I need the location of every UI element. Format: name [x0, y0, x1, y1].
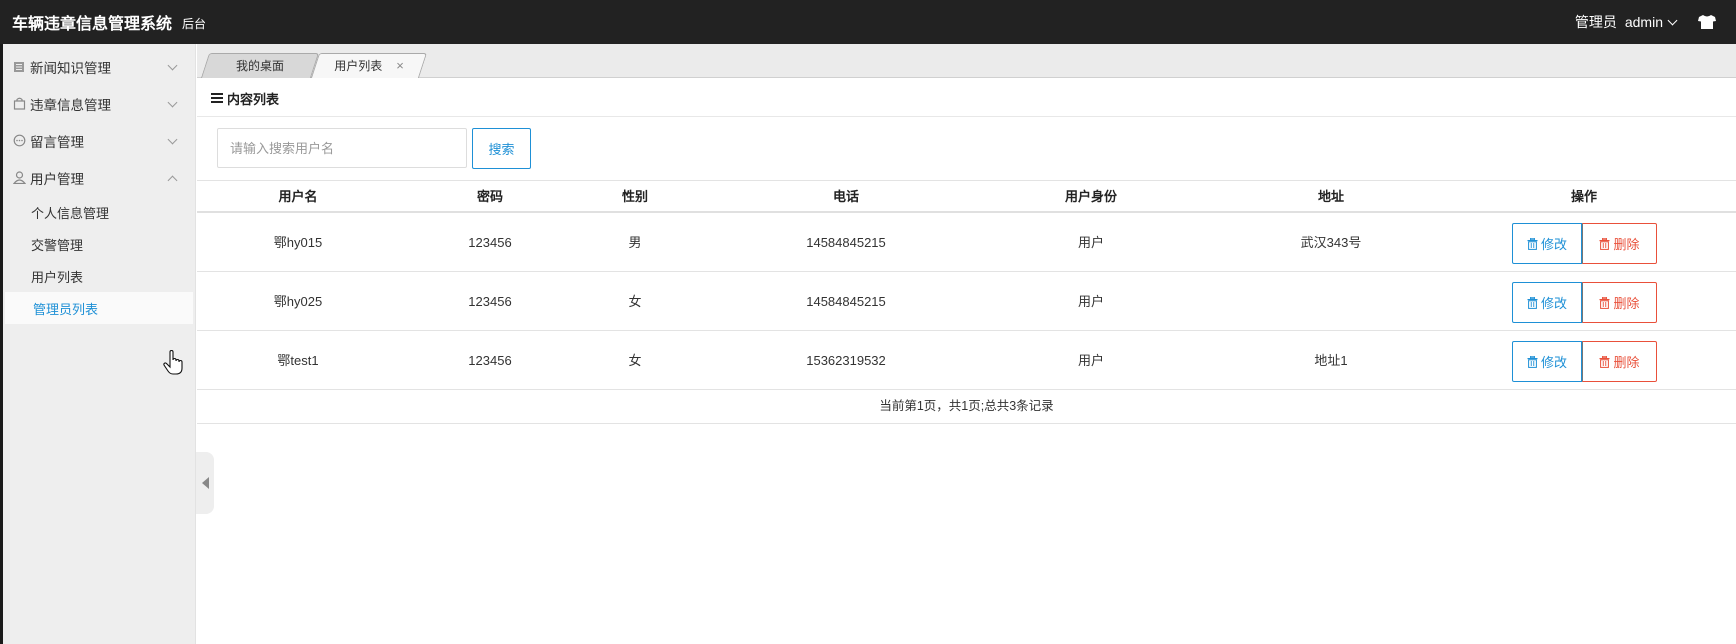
table-header: 用户名 密码 性别 电话 用户身份 地址 操作	[197, 180, 1736, 213]
cell-password: 123456	[468, 235, 512, 250]
app-subtitle: 后台	[182, 17, 207, 31]
edit-button[interactable]: 修改	[1512, 341, 1582, 382]
sidebar-group-label: 用户管理	[30, 171, 84, 187]
cell-username: 鄂test1	[277, 353, 319, 368]
edit-button[interactable]: 修改	[1512, 282, 1582, 323]
chevron-down-icon	[167, 97, 178, 108]
sidebar-item-profile[interactable]: 个人信息管理	[3, 196, 195, 228]
section-title: 内容列表	[197, 80, 1736, 117]
sidebar-subnav-users: 个人信息管理 交警管理 用户列表 管理员列表	[3, 196, 195, 324]
chevron-up-icon	[167, 175, 178, 186]
column-header: 电话	[832, 189, 860, 204]
cell-username: 鄂hy015	[273, 235, 323, 250]
trash-icon	[1599, 296, 1610, 309]
cell-address: 武汉343号	[1300, 235, 1362, 250]
cell-phone: 14584845215	[806, 294, 886, 309]
delete-button[interactable]: 删除	[1582, 282, 1657, 323]
cell-username: 鄂hy025	[273, 294, 323, 309]
app-title: 车辆违章信息管理系统	[12, 16, 173, 33]
sidebar: 新闻知识管理 违章信息管理 留言管理 用户管理 个人信息管理 交警管理 用户列表…	[0, 44, 196, 644]
document-icon	[12, 60, 26, 74]
cell-phone: 14584845215	[806, 235, 886, 250]
delete-button[interactable]: 删除	[1582, 341, 1657, 382]
cell-password: 123456	[468, 353, 512, 368]
table-row: 鄂hy025 123456 女 14584845215 用户 修改 删除	[197, 272, 1736, 331]
hand-cursor-icon	[163, 349, 185, 376]
column-header: 密码	[476, 189, 504, 204]
user-name: admin	[1624, 14, 1663, 30]
table-row: 鄂test1 123456 女 15362319532 用户 地址1 修改 删除	[197, 331, 1736, 390]
sidebar-item-user-list[interactable]: 用户列表	[3, 260, 195, 292]
cell-gender: 女	[628, 294, 642, 309]
row-actions: 修改 删除	[1512, 223, 1657, 264]
table-row: 鄂hy015 123456 男 14584845215 用户 武汉343号 修改…	[197, 213, 1736, 272]
sidebar-group-label: 新闻知识管理	[30, 60, 111, 76]
cell-address: 地址1	[1314, 353, 1348, 368]
column-header: 地址	[1317, 189, 1345, 204]
tab-desktop[interactable]: 我的桌面	[200, 53, 320, 78]
chat-icon	[12, 134, 26, 148]
sidebar-group-label: 违章信息管理	[30, 97, 111, 113]
chevron-down-icon	[167, 134, 178, 145]
trash-icon	[1527, 355, 1538, 368]
column-header: 性别	[621, 189, 649, 204]
section-title-text: 内容列表	[227, 91, 280, 107]
sidebar-item-admin-list[interactable]: 管理员列表	[5, 292, 193, 324]
cell-password: 123456	[468, 294, 512, 309]
delete-button[interactable]: 删除	[1582, 223, 1657, 264]
role-label: 管理员	[1574, 14, 1617, 30]
row-actions: 修改 删除	[1512, 341, 1657, 382]
delete-label: 删除	[1613, 237, 1640, 252]
menu-icon	[211, 93, 223, 103]
delete-label: 删除	[1613, 355, 1640, 370]
pagination-info: 当前第1页，共1页;总共3条记录	[197, 390, 1736, 424]
top-bar: 车辆违章信息管理系统 后台 管理员 admin	[0, 0, 1736, 44]
tshirt-icon[interactable]	[1698, 15, 1716, 29]
edit-button[interactable]: 修改	[1512, 223, 1582, 264]
sidebar-group-news[interactable]: 新闻知识管理	[3, 48, 195, 85]
top-right-area: 管理员 admin	[1575, 0, 1736, 44]
delete-label: 删除	[1613, 296, 1640, 311]
user-icon	[12, 171, 26, 185]
close-icon[interactable]: ×	[396, 58, 404, 73]
tab-bar: 我的桌面 用户列表 ×	[197, 44, 1736, 78]
trash-icon	[1527, 296, 1538, 309]
trash-icon	[1599, 355, 1610, 368]
cell-phone: 15362319532	[806, 353, 886, 368]
search-button[interactable]: 搜索	[472, 128, 531, 169]
column-header: 用户名	[278, 189, 318, 204]
sidebar-item-police[interactable]: 交警管理	[3, 228, 195, 260]
column-header: 操作	[1570, 189, 1598, 204]
cell-role: 用户	[1077, 294, 1105, 309]
tab-label: 我的桌面	[235, 59, 284, 73]
search-input[interactable]	[217, 128, 467, 168]
edit-label: 修改	[1540, 355, 1567, 370]
sidebar-group-messages[interactable]: 留言管理	[3, 122, 195, 159]
cell-role: 用户	[1077, 353, 1105, 368]
cell-gender: 女	[628, 353, 642, 368]
edit-label: 修改	[1540, 296, 1567, 311]
sidebar-group-violations[interactable]: 违章信息管理	[3, 85, 195, 122]
cell-role: 用户	[1077, 235, 1105, 250]
cell-gender: 男	[628, 235, 642, 250]
tab-label: 用户列表	[334, 59, 383, 73]
bag-icon	[12, 97, 26, 111]
user-menu[interactable]: admin	[1624, 14, 1678, 30]
edit-label: 修改	[1540, 237, 1567, 252]
trash-icon	[1527, 237, 1538, 250]
chevron-down-icon	[1667, 15, 1678, 25]
chevron-down-icon	[167, 60, 178, 71]
user-table: 用户名 密码 性别 电话 用户身份 地址 操作 鄂hy015 123456 男 …	[197, 180, 1736, 424]
tab-user-list[interactable]: 用户列表 ×	[310, 53, 428, 78]
caret-left-icon	[201, 477, 209, 489]
column-header: 用户身份	[1064, 189, 1118, 204]
trash-icon	[1599, 237, 1610, 250]
row-actions: 修改 删除	[1512, 282, 1657, 323]
sidebar-collapse-handle[interactable]	[196, 452, 214, 514]
sidebar-group-label: 留言管理	[30, 134, 84, 150]
sidebar-group-users[interactable]: 用户管理	[3, 159, 195, 196]
